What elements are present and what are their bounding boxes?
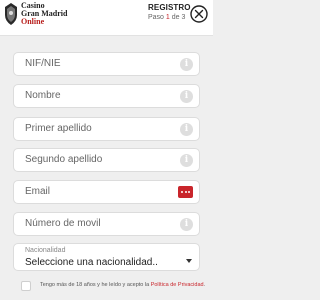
info-icon[interactable]: i	[180, 58, 193, 71]
second-surname-placeholder: Segundo apellido	[25, 154, 103, 165]
nationality-value: Seleccione una nacionalidad..	[25, 257, 158, 268]
info-icon[interactable]: i	[180, 123, 193, 136]
email-placeholder: Email	[25, 186, 51, 197]
mobile-placeholder: Número de movil	[25, 218, 101, 229]
info-icon[interactable]: i	[180, 218, 193, 231]
terms-text: Tengo más de 18 años y he leído y acepto…	[40, 282, 210, 289]
chevron-down-icon[interactable]	[186, 259, 192, 263]
mobile-field[interactable]: Número de movil i	[13, 212, 200, 236]
close-icon[interactable]	[190, 5, 208, 23]
email-options-icon[interactable]	[178, 186, 193, 198]
step-prefix: Paso	[148, 14, 166, 21]
second-surname-field[interactable]: Segundo apellido i	[13, 148, 200, 172]
nif-nie-placeholder: NIF/NIE	[25, 58, 61, 69]
step-indicator: Paso 1 de 3	[148, 14, 185, 21]
brand-line-3: Online	[21, 17, 45, 26]
terms-checkbox[interactable]	[21, 281, 31, 291]
email-field[interactable]: Email	[13, 180, 200, 204]
first-name-field[interactable]: Nombre i	[13, 84, 200, 108]
step-suffix: de 3	[169, 14, 186, 21]
info-icon[interactable]: i	[180, 154, 193, 167]
first-surname-placeholder: Primer apellido	[25, 123, 92, 134]
first-name-placeholder: Nombre	[25, 90, 61, 101]
privacy-policy-link[interactable]: Política de Privacidad	[151, 282, 204, 288]
nationality-label: Nacionalidad	[25, 247, 66, 254]
terms-statement: Tengo más de 18 años y he leído y acepto…	[40, 282, 151, 288]
nationality-select[interactable]: Nacionalidad Seleccione una nacionalidad…	[13, 243, 200, 271]
casino-logo: Casino Gran Madrid Online	[21, 2, 67, 26]
first-surname-field[interactable]: Primer apellido i	[13, 117, 200, 141]
page-title: REGISTRO	[148, 3, 191, 12]
terms-end: .	[203, 282, 206, 288]
registration-header: Casino Gran Madrid Online REGISTRO Paso …	[0, 0, 213, 36]
nif-nie-field[interactable]: NIF/NIE i	[13, 52, 200, 76]
casino-crest-logo-icon	[5, 3, 17, 25]
info-icon[interactable]: i	[180, 90, 193, 103]
